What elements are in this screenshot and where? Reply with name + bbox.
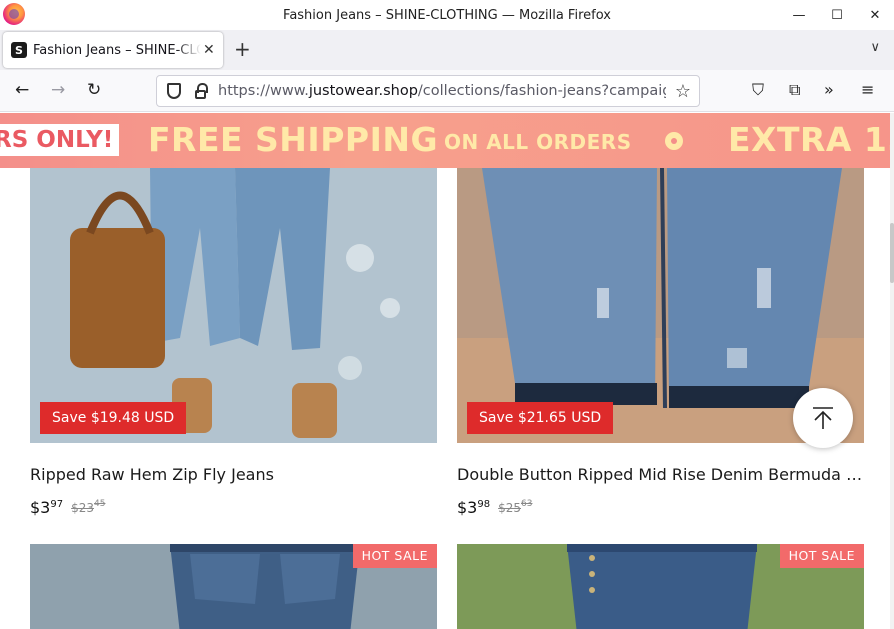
tab-title: Fashion Jeans – SHINE-CLOTHING <box>33 42 201 58</box>
address-bar[interactable]: https://www.justowear.shop/collections/f… <box>156 75 700 107</box>
url-text[interactable]: https://www.justowear.shop/collections/f… <box>218 83 666 99</box>
price-dollars: $3 <box>457 498 478 517</box>
overflow-menu-icon[interactable]: » <box>824 80 834 100</box>
url-domain: justowear.shop <box>308 83 418 99</box>
close-window-button[interactable]: ✕ <box>856 0 894 30</box>
save-badge: Save $19.48 USD <box>40 402 187 434</box>
back-button[interactable]: ← <box>15 80 29 100</box>
banner-headline: FREE SHIPPING <box>148 120 439 159</box>
reload-button[interactable]: ↻ <box>87 80 101 100</box>
product-image[interactable]: HOT SALE <box>457 544 864 629</box>
product-name[interactable]: Ripped Raw Hem Zip Fly Jeans <box>30 465 437 484</box>
bookmark-star-icon[interactable]: ☆ <box>675 81 691 102</box>
tab-fashion-jeans[interactable]: S Fashion Jeans – SHINE-CLOTHING ✕ <box>3 32 223 68</box>
navigation-toolbar: ← → ↻ https://www.justowear.shop/collect… <box>0 70 894 112</box>
price-dollars: $3 <box>30 498 51 517</box>
page-scrollbar[interactable] <box>890 113 894 629</box>
product-image[interactable]: HOT SALE <box>30 544 437 629</box>
close-tab-icon[interactable]: ✕ <box>203 42 215 58</box>
compare-price-cents: 63 <box>521 499 533 509</box>
tracking-protection-shield-icon[interactable] <box>167 83 181 99</box>
new-tab-button[interactable]: + <box>234 38 251 60</box>
banner-headline-2: EXTRA 15 <box>728 120 890 159</box>
compare-price-dollars: $23 <box>71 501 94 515</box>
maximize-button[interactable]: ☐ <box>818 0 856 30</box>
hot-sale-badge: HOT SALE <box>779 544 864 568</box>
window-controls: — ☐ ✕ <box>780 0 894 30</box>
product-price: $3 97 $23 45 <box>30 498 105 517</box>
url-prefix: https://www. <box>218 83 309 99</box>
save-badge: Save $21.65 USD <box>467 402 614 434</box>
hamburger-menu-icon[interactable]: ≡ <box>861 80 874 100</box>
back-to-top-button[interactable] <box>793 388 853 448</box>
lock-icon[interactable] <box>195 82 208 99</box>
minimize-button[interactable]: — <box>780 0 818 30</box>
title-bar: Fashion Jeans – SHINE-CLOTHING — Mozilla… <box>0 0 894 30</box>
list-all-tabs-icon[interactable]: ∨ <box>870 40 880 55</box>
extensions-icon[interactable]: ⧉ <box>789 80 800 100</box>
page-viewport: RS ONLY! FREE SHIPPING ON ALL ORDERS EXT… <box>0 113 890 629</box>
browser-window: Fashion Jeans – SHINE-CLOTHING — Mozilla… <box>0 0 894 629</box>
pocket-icon[interactable]: ⛉ <box>752 80 764 100</box>
price-cents: 98 <box>477 499 491 510</box>
forward-button[interactable]: → <box>51 80 65 100</box>
firefox-logo-icon <box>3 3 25 25</box>
site-favicon-icon: S <box>11 42 27 58</box>
hot-sale-badge: HOT SALE <box>352 544 437 568</box>
window-title: Fashion Jeans – SHINE-CLOTHING — Mozilla… <box>283 7 611 23</box>
scrollbar-thumb[interactable] <box>890 223 894 283</box>
banner-chip: RS ONLY! <box>0 124 120 156</box>
compare-price-dollars: $25 <box>498 501 521 515</box>
arrow-up-icon <box>813 407 833 429</box>
url-path: /collections/fashion-jeans?campaign <box>417 83 666 99</box>
banner-separator-icon <box>665 132 683 150</box>
promo-banner[interactable]: RS ONLY! FREE SHIPPING ON ALL ORDERS EXT… <box>0 113 890 168</box>
price-cents: 97 <box>50 499 64 510</box>
tab-strip: S Fashion Jeans – SHINE-CLOTHING ✕ + ∨ <box>0 30 894 70</box>
product-price: $3 98 $25 63 <box>457 498 532 517</box>
banner-subline: ON ALL ORDERS <box>444 130 632 154</box>
compare-price-cents: 45 <box>94 499 106 509</box>
product-name[interactable]: Double Button Ripped Mid Rise Denim Berm… <box>457 465 864 484</box>
